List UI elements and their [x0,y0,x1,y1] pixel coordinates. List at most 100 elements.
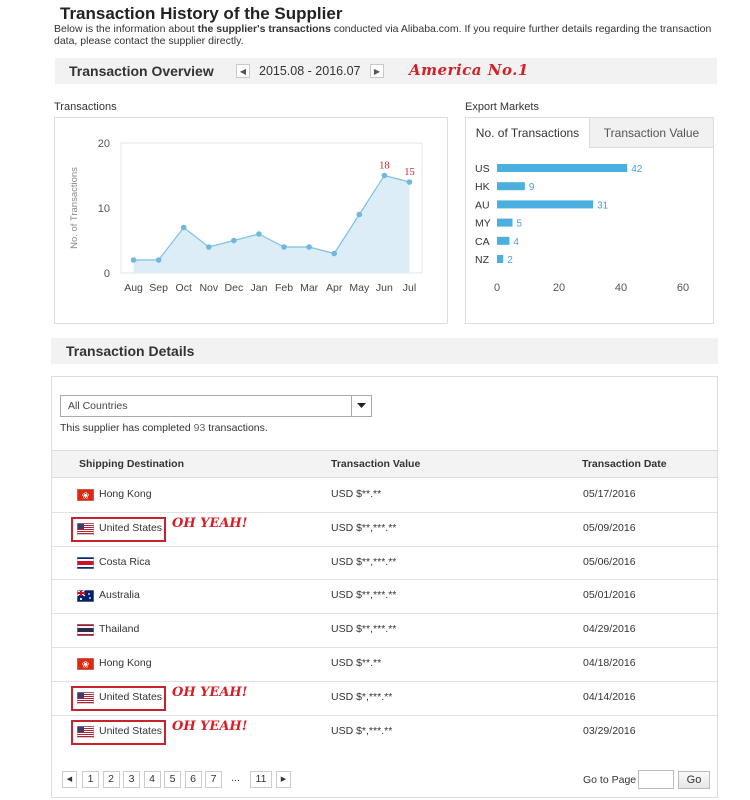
oh-yeah-annotation: OH YEAH! [172,515,248,531]
market-bar-au[interactable] [497,200,594,209]
date-cell: 04/18/2016 [583,656,636,669]
date-cell: 04/14/2016 [583,690,636,703]
page-3-button[interactable]: 3 [123,771,140,788]
market-value-us: 42 [631,164,643,175]
caret-down-icon [357,403,366,408]
x-tick-label: Apr [326,282,343,294]
data-point-nov[interactable] [205,244,212,250]
export-markets-chart: US 42HK 9AU 31MY 5CA 4NZ 20 20 40 60 [475,163,689,294]
tab-no-of-transactions[interactable]: No. of Transactions [466,118,590,148]
select-dropdown-button[interactable] [351,395,372,417]
data-point-apr[interactable] [331,250,338,257]
data-point-jul[interactable] [406,179,413,185]
page-6-button[interactable]: 6 [184,771,202,788]
destination-cell: Australia [99,589,140,602]
prev-period-button[interactable]: ◀ [236,64,250,78]
date-cell: 05/06/2016 [583,555,636,568]
pager-prev-button[interactable]: ◀ [62,771,77,788]
date-cell: 05/01/2016 [583,589,636,602]
row-divider [52,647,717,648]
transactions-chart: 0 10 20 Aug Sep Oct Nov Dec Jan Feb Mar Apr May Jun Ju… [69,138,423,294]
value-cell: USD $*,***.** [331,690,393,703]
x-tick-label: Mar [300,282,319,294]
date-cell: 04/29/2016 [583,623,636,636]
market-value-au: 31 [597,200,609,211]
completed-summary: This supplier has completed 93 transacti… [60,422,268,434]
data-point-dec[interactable] [231,237,237,244]
y-tick-label: 10 [98,203,110,215]
page-4-button[interactable]: 4 [143,771,161,788]
x-tick-label: 0 [494,282,500,294]
page-2-button[interactable]: 2 [102,771,120,788]
destination-cell: Thailand [99,623,140,636]
x-tick-label: May [349,282,370,294]
data-point-jan[interactable] [256,231,262,237]
highlight-box [71,719,166,745]
market-label-hk: HK [475,181,490,193]
pager-ellipsis: ... [231,772,240,784]
oh-yeah-annotation: OH YEAH! [172,684,248,700]
row-divider [52,579,717,581]
next-period-button[interactable]: ▶ [370,64,384,78]
x-tick-label: Jun [376,282,393,294]
pager-next-button[interactable]: ▶ [276,771,291,788]
oh-yeah-annotation: OH YEAH! [172,718,248,734]
date-cell: 05/17/2016 [583,487,636,500]
data-point-aug[interactable] [130,257,137,263]
go-button[interactable]: Go [678,771,710,789]
data-point-feb[interactable] [281,244,287,250]
market-bar-hk[interactable] [497,182,525,191]
page-1-button[interactable]: 1 [82,771,99,788]
triangle-right-icon: ▶ [373,67,381,76]
y-axis-label: No. of Transactions [69,167,80,249]
page-last-button[interactable]: 11 [250,771,272,788]
data-point-may[interactable] [356,211,363,218]
data-point-jun[interactable] [381,172,388,179]
flag-hk-icon: ❀ [77,488,94,501]
america-annotation: America No.1 [409,61,529,79]
page-title: Transaction History of the Supplier [60,4,343,23]
data-label: 18 [379,161,390,172]
data-point-oct[interactable] [180,224,187,231]
data-point-sep[interactable] [155,257,162,263]
svg-text:❀: ❀ [82,660,90,670]
x-tick-label: Dec [225,282,244,294]
page-7-button[interactable]: 7 [205,771,222,788]
market-value-hk: 9 [529,182,535,193]
flag-cr-icon [77,556,94,569]
svg-text:❀: ❀ [82,491,90,501]
destination-cell: Hong Kong [99,487,152,500]
value-cell: USD $**,***.** [331,555,397,568]
market-bar-ca[interactable] [497,236,510,245]
tab-transaction-value[interactable]: Transaction Value [590,118,713,148]
value-cell: USD $**,***.** [331,623,397,636]
x-tick-label: Sep [149,282,168,294]
market-bar-my[interactable] [497,218,513,227]
transactions-panel: 0 10 20 Aug Sep Oct Nov Dec Jan Feb Mar Apr May Jun Ju… [54,117,448,324]
completed-pre: This supplier has completed [60,422,194,434]
data-label: 15 [404,167,415,178]
market-bar-us[interactable] [497,164,628,172]
market-value-my: 5 [517,219,523,230]
date-cell: 05/09/2016 [583,521,636,534]
market-label-us: US [475,163,490,175]
transactions-label: Transactions [54,101,117,113]
market-value-ca: 4 [513,237,519,248]
data-point-mar[interactable] [306,244,312,250]
flag-au-icon [76,589,94,603]
flag-hk-icon: ❀ [77,657,94,670]
col-shipping-destination: Shipping Destination [79,458,184,470]
intro-text: Below is the information about the suppl… [54,23,724,47]
value-cell: USD $**.** [331,656,382,669]
x-tick-label: Jul [403,282,416,294]
country-filter-value: All Countries [68,400,128,412]
page-5-button[interactable]: 5 [164,771,181,788]
highlight-box [71,516,166,542]
market-label-nz: NZ [475,254,490,266]
market-value-nz: 2 [507,255,513,266]
market-bar-nz[interactable] [497,255,504,263]
x-tick-label: Jan [250,282,267,294]
goto-page-input[interactable] [638,770,674,789]
row-divider [52,545,717,547]
market-label-ca: CA [475,236,490,248]
